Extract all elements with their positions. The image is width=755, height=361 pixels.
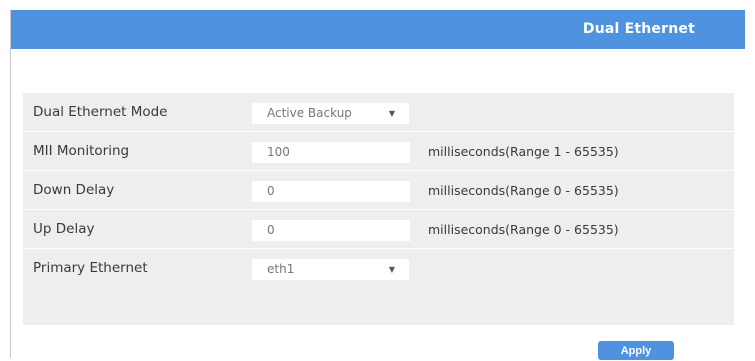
chevron-down-icon: ▼	[388, 109, 395, 118]
row-up-delay: Up Delay 0 milliseconds(Range 0 - 65535)	[23, 209, 734, 248]
dual-ethernet-mode-value: Active Backup	[267, 106, 352, 120]
down-delay-label: Down Delay	[33, 182, 115, 198]
chevron-down-icon: ▼	[388, 265, 395, 274]
up-delay-input[interactable]: 0	[252, 220, 410, 241]
up-delay-hint: milliseconds(Range 0 - 65535)	[428, 222, 619, 237]
mii-monitoring-value: 100	[267, 145, 290, 159]
dual-ethernet-panel: Dual Ethernet Dual Ethernet Mode Active …	[10, 10, 745, 360]
row-mii-monitoring: MII Monitoring 100 milliseconds(Range 1 …	[23, 131, 734, 170]
page-title: Dual Ethernet	[582, 21, 695, 37]
mii-monitoring-label: MII Monitoring	[33, 143, 130, 159]
apply-button[interactable]: Apply	[598, 341, 674, 360]
row-dual-ethernet-mode: Dual Ethernet Mode Active Backup ▼	[23, 93, 734, 131]
row-primary-ethernet: Primary Ethernet eth1 ▼	[23, 248, 734, 287]
down-delay-input[interactable]: 0	[252, 181, 410, 202]
mii-monitoring-hint: milliseconds(Range 1 - 65535)	[428, 144, 619, 159]
row-down-delay: Down Delay 0 milliseconds(Range 0 - 6553…	[23, 170, 734, 209]
panel-header: Dual Ethernet	[11, 10, 745, 49]
primary-ethernet-select[interactable]: eth1 ▼	[252, 259, 409, 280]
down-delay-value: 0	[267, 184, 275, 198]
up-delay-value: 0	[267, 223, 275, 237]
down-delay-hint: milliseconds(Range 0 - 65535)	[428, 183, 619, 198]
dual-ethernet-mode-select[interactable]: Active Backup ▼	[252, 103, 409, 124]
settings-table: Dual Ethernet Mode Active Backup ▼ MII M…	[23, 93, 734, 325]
up-delay-label: Up Delay	[33, 221, 95, 237]
primary-ethernet-value: eth1	[267, 262, 295, 276]
dual-ethernet-mode-label: Dual Ethernet Mode	[33, 104, 168, 120]
mii-monitoring-input[interactable]: 100	[252, 142, 410, 163]
primary-ethernet-label: Primary Ethernet	[33, 260, 148, 276]
